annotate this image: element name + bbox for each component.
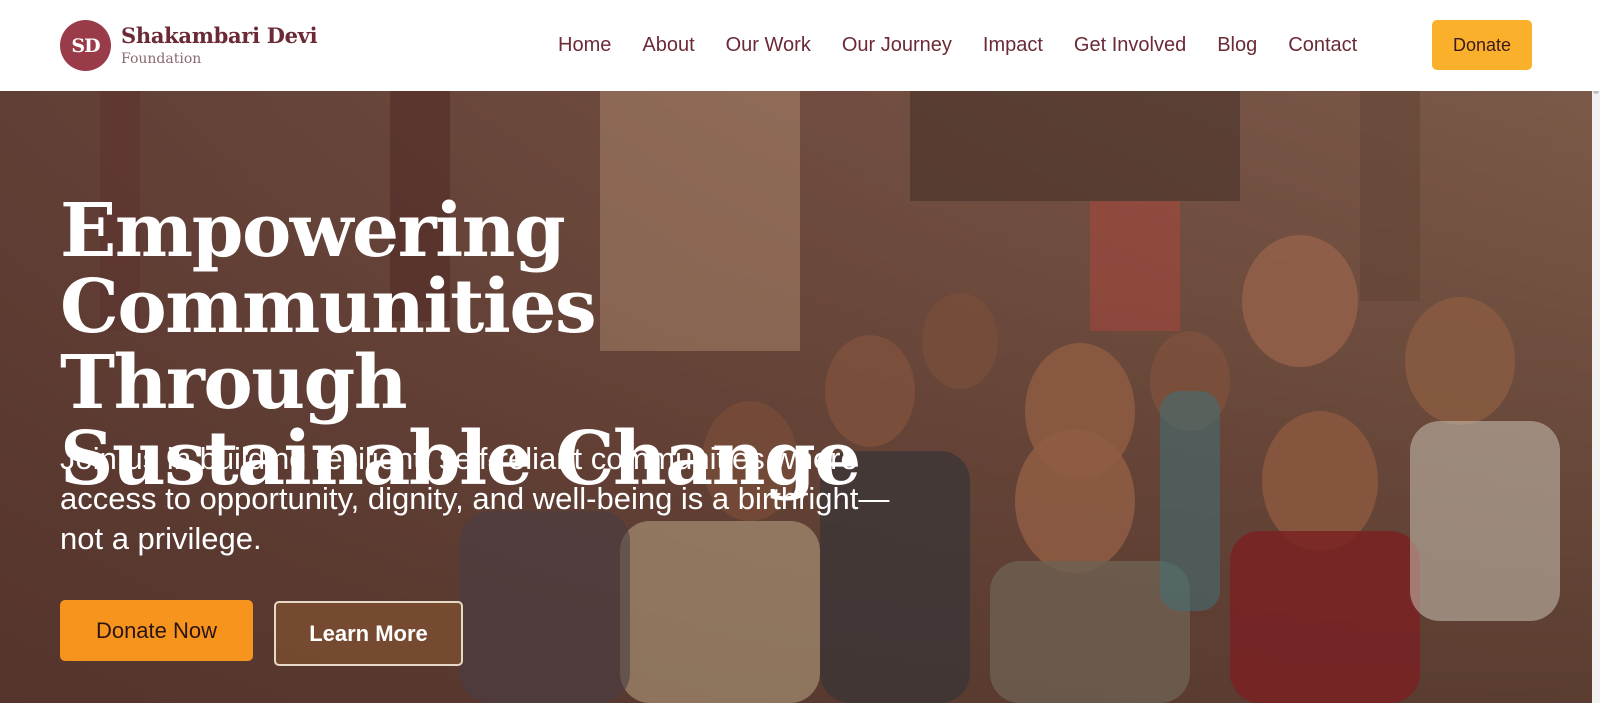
nav-our-journey[interactable]: Our Journey (842, 34, 952, 57)
logo-badge: SD (60, 20, 111, 71)
brand-name: Shakambari Devi (121, 23, 318, 48)
brand-logo-link[interactable]: SD Shakambari Devi Foundation (60, 20, 318, 71)
hero-title-line-1: Empowering (60, 188, 566, 274)
page-scrollbar[interactable] (1592, 0, 1600, 703)
nav-home[interactable]: Home (558, 34, 611, 57)
nav-contact[interactable]: Contact (1288, 34, 1357, 57)
nav-impact[interactable]: Impact (983, 34, 1043, 57)
donate-now-button[interactable]: Donate Now (60, 600, 253, 661)
brand-subtitle: Foundation (121, 51, 202, 67)
hero-title-line-2: Communities Through (60, 264, 597, 426)
nav-donate-button[interactable]: Donate (1432, 20, 1532, 70)
hero-section: Empowering Communities Through Sustainab… (0, 91, 1592, 703)
learn-more-button[interactable]: Learn More (274, 601, 463, 666)
nav-blog[interactable]: Blog (1217, 34, 1257, 57)
hero-subtitle: Join us in building resilient, self-reli… (60, 441, 890, 556)
site-header: SD Shakambari Devi Foundation Home About… (0, 0, 1600, 91)
nav-about[interactable]: About (642, 34, 694, 57)
brand-text: Shakambari Devi Foundation (121, 23, 318, 67)
nav-our-work[interactable]: Our Work (726, 34, 811, 57)
nav-get-involved[interactable]: Get Involved (1074, 34, 1186, 57)
main-nav: Home About Our Work Our Journey Impact G… (558, 0, 1388, 91)
